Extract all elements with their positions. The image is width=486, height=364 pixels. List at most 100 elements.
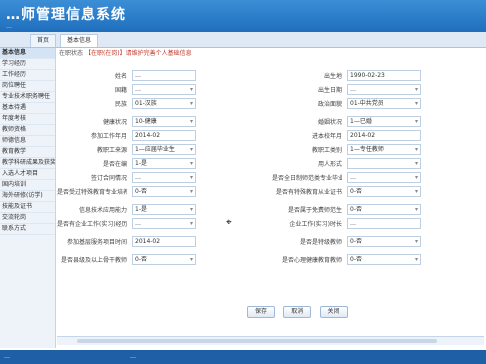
field-select[interactable]: …	[132, 218, 196, 229]
main-form: 在职状态 【在职(在岗)】请维护完善个人基础信息 姓名 … 出生地 1990-0…	[57, 48, 484, 336]
field-label: 参加工作年月	[90, 133, 127, 140]
field-input[interactable]: 2014-02	[132, 130, 196, 141]
field-label: 健康状况	[102, 119, 127, 126]
field-select[interactable]: 0-否	[347, 186, 421, 197]
field-select[interactable]: …	[347, 84, 421, 95]
field-select[interactable]: 1-是	[132, 204, 196, 215]
field-select[interactable]: 0-否	[347, 254, 421, 265]
sidebar-item-education[interactable]: 学习经历	[0, 59, 55, 70]
field-label: 姓名	[114, 73, 127, 80]
form-row: 教职工来源 1—应届毕业生 教职工类别 1—专任教师	[57, 142, 477, 156]
field-input[interactable]: …	[347, 218, 421, 229]
field-label: 信息技术应用能力	[78, 207, 127, 214]
field-select[interactable]: 0-否	[347, 236, 421, 247]
form-row: 是否县级及以上骨干教师 0-否 是否心理健康教育教师 0-否	[57, 252, 477, 270]
field-select[interactable]: 1—专任教师	[347, 144, 421, 155]
app-header: …师管理信息系统 …	[0, 0, 486, 32]
sidebar-item-work-history[interactable]: 工作经历	[0, 70, 55, 81]
field-label: 用人形式	[317, 161, 342, 168]
form-buttons: 保存 取消 关闭	[247, 306, 354, 318]
field-label: 是否受过特殊教育专业培养培训	[57, 189, 127, 196]
sidebar-item-skills[interactable]: 技能及证书	[0, 202, 55, 213]
form-row: 是否在编 1-是 用人形式	[57, 156, 477, 170]
field-select[interactable]: 1-是	[132, 158, 196, 169]
form-row: 国籍 … 出生日期 …	[57, 82, 477, 96]
sidebar: 基本信息 学习经历 工作经历 岗位聘任 专业技术职务聘任 基本待遇 年度考核 教…	[0, 48, 56, 348]
form-row: 健康状况 10-健康 婚姻状况 1—已婚	[57, 114, 477, 128]
form-row: 民族 01-汉族 政治面貌 01-中共党员	[57, 96, 477, 114]
cancel-button[interactable]: 取消	[283, 306, 312, 318]
field-select[interactable]: 0-否	[132, 186, 196, 197]
sidebar-item-teaching[interactable]: 教育教学	[0, 147, 55, 158]
footer-center-text: …	[130, 353, 136, 360]
sidebar-item-qualification[interactable]: 教师资格	[0, 125, 55, 136]
save-button[interactable]: 保存	[247, 306, 276, 318]
field-select[interactable]: 10-健康	[132, 116, 196, 127]
field-label: 教职工类别	[311, 147, 342, 154]
status-text: 【在职(在岗)】请维护完善个人基础信息	[84, 50, 192, 57]
field-input[interactable]: 1990-02-23	[347, 70, 421, 81]
field-label: 出生日期	[317, 87, 342, 94]
field-label: 是否有特殊教育从业证书	[275, 189, 342, 196]
field-select[interactable]: 0-否	[347, 204, 421, 215]
field-input[interactable]: …	[132, 70, 196, 81]
app-title: …师管理信息系统	[6, 7, 126, 23]
mouse-cursor-icon: ⌖	[226, 217, 232, 228]
field-label: 是否有企业工作(实习)经历	[57, 221, 127, 228]
sidebar-item-post[interactable]: 岗位聘任	[0, 81, 55, 92]
status-label: 在职状态	[59, 50, 84, 57]
field-select[interactable]: 01-汉族	[132, 98, 196, 109]
field-label: 出生地	[323, 73, 342, 80]
close-button[interactable]: 关闭	[319, 306, 348, 318]
footer-left-text: …	[4, 353, 10, 360]
horizontal-scrollbar[interactable]	[57, 336, 484, 345]
field-label: 是否在编	[102, 161, 127, 168]
field-label: 参加基层服务项目时间	[66, 239, 127, 246]
form-row: 信息技术应用能力 1-是 是否属于免费师范生 0-否	[57, 202, 477, 216]
field-label: 教职工来源	[96, 147, 127, 154]
sidebar-item-assessment[interactable]: 年度考核	[0, 114, 55, 125]
status-notice: 在职状态 【在职(在岗)】请维护完善个人基础信息	[57, 48, 484, 60]
form-row: 是否有企业工作(实习)经历 … 企业工作(实习)时长 …	[57, 216, 477, 234]
sidebar-item-basic-info[interactable]: 基本信息	[0, 48, 55, 59]
form-row: 姓名 … 出生地 1990-02-23	[57, 68, 477, 82]
form-row: 签订合同情况 … 是否全日制师范类专业毕业 …	[57, 170, 477, 184]
field-select[interactable]	[347, 158, 421, 169]
field-input[interactable]: 2014-02	[347, 130, 421, 141]
field-input[interactable]: 2014-02	[132, 236, 196, 247]
field-label: 是否县级及以上骨干教师	[60, 257, 127, 264]
sidebar-item-ethics[interactable]: 师德信息	[0, 136, 55, 147]
tab-home[interactable]: 首页	[30, 34, 57, 47]
field-label: 是否是特级教师	[299, 239, 342, 246]
sidebar-item-exchange[interactable]: 交流轮岗	[0, 213, 55, 224]
field-label: 进本校年月	[311, 133, 342, 140]
sidebar-item-research[interactable]: 教学科研成果及获奖	[0, 158, 55, 169]
field-label: 民族	[114, 101, 127, 108]
form-grid: 姓名 … 出生地 1990-02-23 国籍 … 出生日期 … 民族 01-汉族…	[57, 68, 477, 270]
status-bar: … …	[0, 350, 486, 364]
field-select[interactable]: …	[132, 84, 196, 95]
field-select[interactable]: 0-否	[132, 254, 196, 265]
sidebar-item-domestic-training[interactable]: 国内培训	[0, 180, 55, 191]
field-select[interactable]: 1—应届毕业生	[132, 144, 196, 155]
field-label: 签订合同情况	[90, 175, 127, 182]
sidebar-item-salary[interactable]: 基本待遇	[0, 103, 55, 114]
field-label: 企业工作(实习)时长	[289, 221, 342, 228]
sidebar-item-contact[interactable]: 联系方式	[0, 224, 55, 235]
field-label: 政治面貌	[317, 101, 342, 108]
field-select[interactable]: …	[347, 172, 421, 183]
sidebar-item-overseas[interactable]: 海外研修(访学)	[0, 191, 55, 202]
field-select[interactable]: 01-中共党员	[347, 98, 421, 109]
form-row: 参加工作年月 2014-02 进本校年月 2014-02	[57, 128, 477, 142]
form-row: 参加基层服务项目时间 2014-02 是否是特级教师 0-否	[57, 234, 477, 252]
app-subtitle: …	[6, 23, 12, 30]
scrollbar-thumb[interactable]	[77, 339, 437, 343]
field-label: 是否全日制师范类专业毕业	[272, 175, 342, 182]
sidebar-item-title[interactable]: 专业技术职务聘任	[0, 92, 55, 103]
tab-basic-info[interactable]: 基本信息	[60, 34, 99, 47]
field-select[interactable]: 1—已婚	[347, 116, 421, 127]
sidebar-item-talent[interactable]: 入选人才项目	[0, 169, 55, 180]
field-select[interactable]: …	[132, 172, 196, 183]
field-label: 国籍	[114, 87, 127, 94]
field-label: 婚姻状况	[317, 119, 342, 126]
